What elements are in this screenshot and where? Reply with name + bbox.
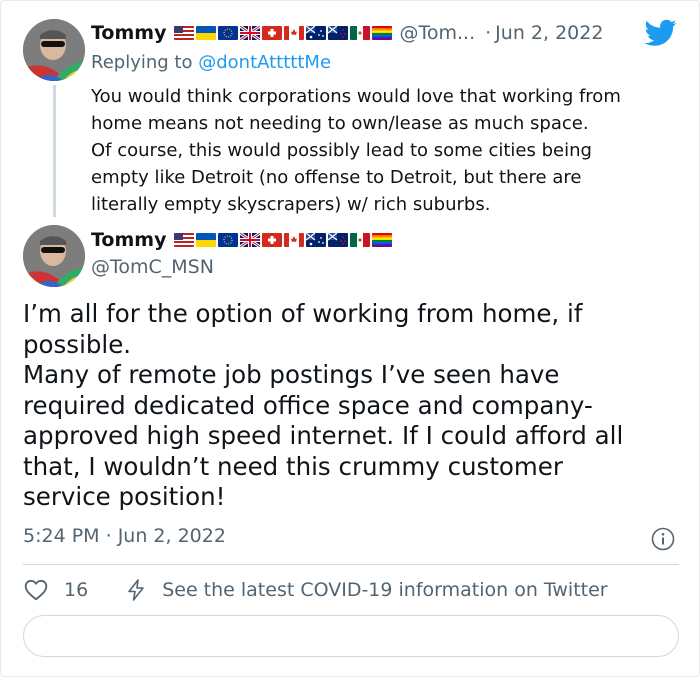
- canada-flag-icon: [284, 233, 305, 247]
- twitter-bird-icon[interactable]: [645, 19, 677, 47]
- reply-mention-link[interactable]: @dontAtttttMe: [198, 52, 331, 73]
- tweet2-body: I’m all for the option of working from h…: [23, 299, 624, 511]
- avatar[interactable]: [23, 19, 85, 81]
- us-flag-icon: [174, 26, 195, 40]
- us-flag-icon: [174, 233, 195, 247]
- tweet-date[interactable]: Jun 2, 2022: [118, 525, 226, 547]
- handle[interactable]: @Tom...: [399, 22, 475, 44]
- reply-prefix: Replying to: [91, 52, 193, 73]
- switzerland-flag-icon: [262, 233, 283, 247]
- tweet-time[interactable]: 5:24 PM: [23, 525, 100, 547]
- rainbow-flag-icon: [372, 233, 393, 247]
- separator-dot: ·: [485, 22, 492, 44]
- canada-flag-icon: [284, 26, 305, 40]
- display-name[interactable]: Tommy: [91, 22, 166, 44]
- tweet-date[interactable]: Jun 2, 2022: [495, 22, 603, 44]
- separator-dot: ·: [105, 525, 118, 547]
- switzerland-flag-icon: [262, 26, 283, 40]
- heart-icon[interactable]: [23, 577, 49, 603]
- action-bar: 16 See the latest COVID-19 information o…: [23, 575, 608, 605]
- timestamp[interactable]: 5:24 PM · Jun 2, 2022: [23, 525, 226, 547]
- new-zealand-flag-icon: [328, 26, 349, 40]
- tweet-card: Tommy @Tom... · Jun 2, 2022 Replying to …: [0, 0, 700, 677]
- new-zealand-flag-icon: [328, 233, 349, 247]
- like-count[interactable]: 16: [64, 579, 88, 601]
- ukraine-flag-icon: [196, 233, 217, 247]
- uk-flag-icon: [240, 233, 261, 247]
- handle[interactable]: @TomC_MSN: [91, 256, 214, 278]
- avatar[interactable]: [23, 225, 85, 287]
- lightning-bolt-icon: [128, 579, 144, 601]
- australia-flag-icon: [306, 233, 327, 247]
- uk-flag-icon: [240, 26, 261, 40]
- display-name[interactable]: Tommy: [91, 229, 166, 251]
- australia-flag-icon: [306, 26, 327, 40]
- flag-emojis: [174, 26, 393, 40]
- reply-input[interactable]: [23, 615, 679, 657]
- flag-emojis: [174, 233, 393, 247]
- ukraine-flag-icon: [196, 26, 217, 40]
- rainbow-flag-icon: [372, 26, 393, 40]
- eu-flag-icon: [218, 233, 239, 247]
- info-icon[interactable]: [651, 527, 675, 551]
- mexico-flag-icon: [350, 233, 371, 247]
- divider: [23, 564, 679, 565]
- tweet1-header: Tommy @Tom... · Jun 2, 2022: [91, 22, 603, 44]
- eu-flag-icon: [218, 26, 239, 40]
- tweet1-body: You would think corporations would love …: [91, 86, 621, 215]
- mexico-flag-icon: [350, 26, 371, 40]
- thread-connector: [53, 85, 56, 217]
- replying-to: Replying to @dontAtttttMe: [91, 52, 331, 73]
- tweet2-header: Tommy: [91, 229, 393, 251]
- covid-info-link[interactable]: See the latest COVID-19 information on T…: [162, 579, 607, 601]
